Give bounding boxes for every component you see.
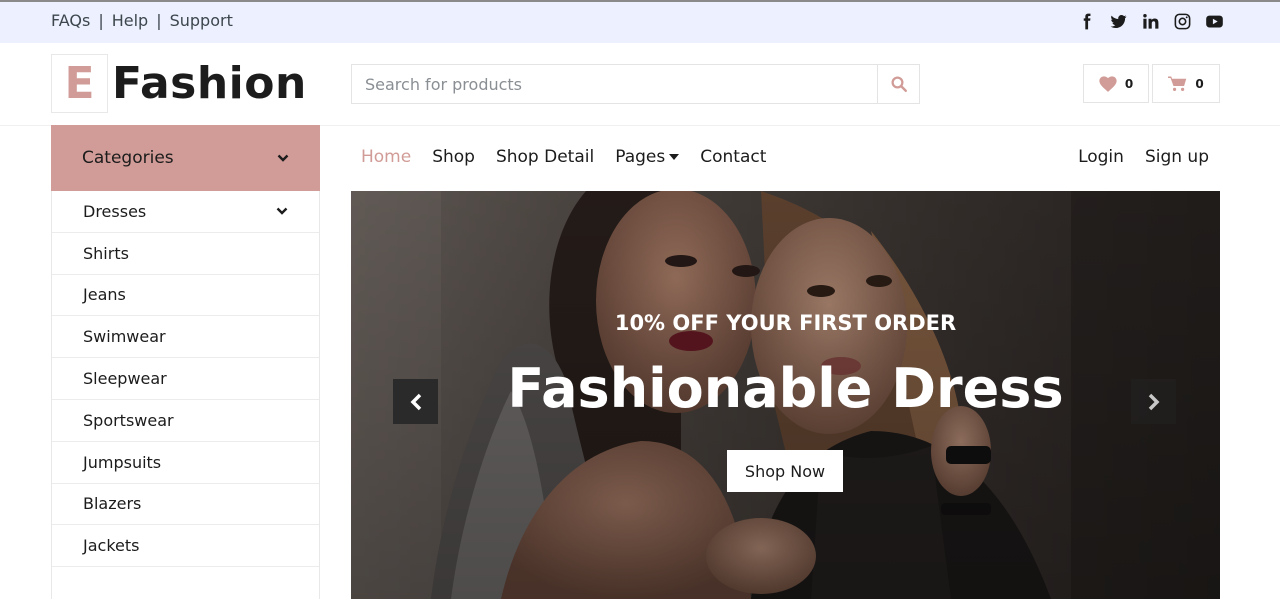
wishlist-count: 0 <box>1124 76 1134 91</box>
chevron-left-icon <box>410 393 421 410</box>
chevron-down-icon <box>276 207 288 215</box>
logo-text: Fashion <box>112 58 307 109</box>
categories-toggle[interactable]: Categories <box>51 125 320 191</box>
facebook-icon[interactable] <box>1077 12 1096 31</box>
category-label: Dresses <box>83 201 147 221</box>
cart-button[interactable]: 0 <box>1152 64 1220 103</box>
link-separator: | <box>98 11 104 30</box>
categories-title: Categories <box>82 148 174 168</box>
category-item-blazers[interactable]: Blazers <box>52 484 319 526</box>
nav-pages-label: Pages <box>615 147 666 167</box>
logo-letter: E <box>51 54 108 113</box>
category-label: Sportswear <box>83 410 174 430</box>
hero-subtitle: 10% OFF YOUR FIRST ORDER <box>614 311 957 335</box>
carousel-next-button[interactable] <box>1131 379 1176 424</box>
nav-shop[interactable]: Shop <box>432 147 475 167</box>
category-item-shirts[interactable]: Shirts <box>52 233 319 275</box>
chevron-right-icon <box>1148 393 1159 410</box>
hero-carousel: 10% OFF YOUR FIRST ORDER Fashionable Dre… <box>351 191 1220 599</box>
top-links: FAQs | Help | Support <box>51 11 233 30</box>
carousel-prev-button[interactable] <box>393 379 438 424</box>
faqs-link[interactable]: FAQs <box>51 11 90 30</box>
twitter-icon[interactable] <box>1109 12 1128 31</box>
cart-icon <box>1168 76 1187 91</box>
help-link[interactable]: Help <box>112 11 148 30</box>
instagram-icon[interactable] <box>1173 12 1192 31</box>
main-nav: Home Shop Shop Detail Pages Contact <box>361 147 766 167</box>
search-input[interactable] <box>352 65 879 103</box>
nav-contact[interactable]: Contact <box>700 147 766 167</box>
category-item-jeans[interactable]: Jeans <box>52 275 319 317</box>
nav-pages-dropdown[interactable]: Pages <box>615 147 680 167</box>
search-button[interactable] <box>877 65 919 103</box>
signup-link[interactable]: Sign up <box>1145 147 1209 167</box>
category-label: Blazers <box>83 494 142 514</box>
category-item-jackets[interactable]: Jackets <box>52 525 319 568</box>
login-link[interactable]: Login <box>1078 147 1124 167</box>
nav-home[interactable]: Home <box>361 147 411 167</box>
category-label: Jackets <box>83 536 140 556</box>
linkedin-icon[interactable] <box>1141 12 1160 31</box>
youtube-icon[interactable] <box>1205 12 1224 31</box>
hero-title: Fashionable Dress <box>507 357 1064 420</box>
shop-now-button[interactable]: Shop Now <box>727 450 843 492</box>
search-bar <box>351 64 920 104</box>
category-label: Jumpsuits <box>83 452 162 472</box>
category-list: Dresses Shirts Jeans Swimwear Sleepwear … <box>51 191 320 599</box>
category-item-swimwear[interactable]: Swimwear <box>52 316 319 359</box>
caret-down-icon <box>669 154 680 160</box>
search-icon <box>891 76 907 92</box>
link-separator: | <box>156 11 162 30</box>
cart-count: 0 <box>1195 76 1204 91</box>
category-label: Swimwear <box>83 327 166 347</box>
wishlist-button[interactable]: 0 <box>1083 64 1149 103</box>
auth-links: Login Sign up <box>1078 147 1209 167</box>
category-label: Jeans <box>83 285 126 305</box>
site-logo[interactable]: E Fashion <box>51 54 307 113</box>
category-label: Sleepwear <box>83 369 167 389</box>
chevron-down-icon <box>277 154 289 162</box>
social-links <box>1077 12 1224 31</box>
heart-icon <box>1099 75 1117 92</box>
category-item-sleepwear[interactable]: Sleepwear <box>52 358 319 400</box>
support-link[interactable]: Support <box>170 11 233 30</box>
category-item-dresses[interactable]: Dresses <box>52 191 319 233</box>
nav-shop-detail[interactable]: Shop Detail <box>496 147 594 167</box>
category-label: Shirts <box>83 243 129 263</box>
category-item-jumpsuits[interactable]: Jumpsuits <box>52 442 319 484</box>
top-bar: FAQs | Help | Support <box>0 0 1280 43</box>
category-item-sportswear[interactable]: Sportswear <box>52 400 319 442</box>
